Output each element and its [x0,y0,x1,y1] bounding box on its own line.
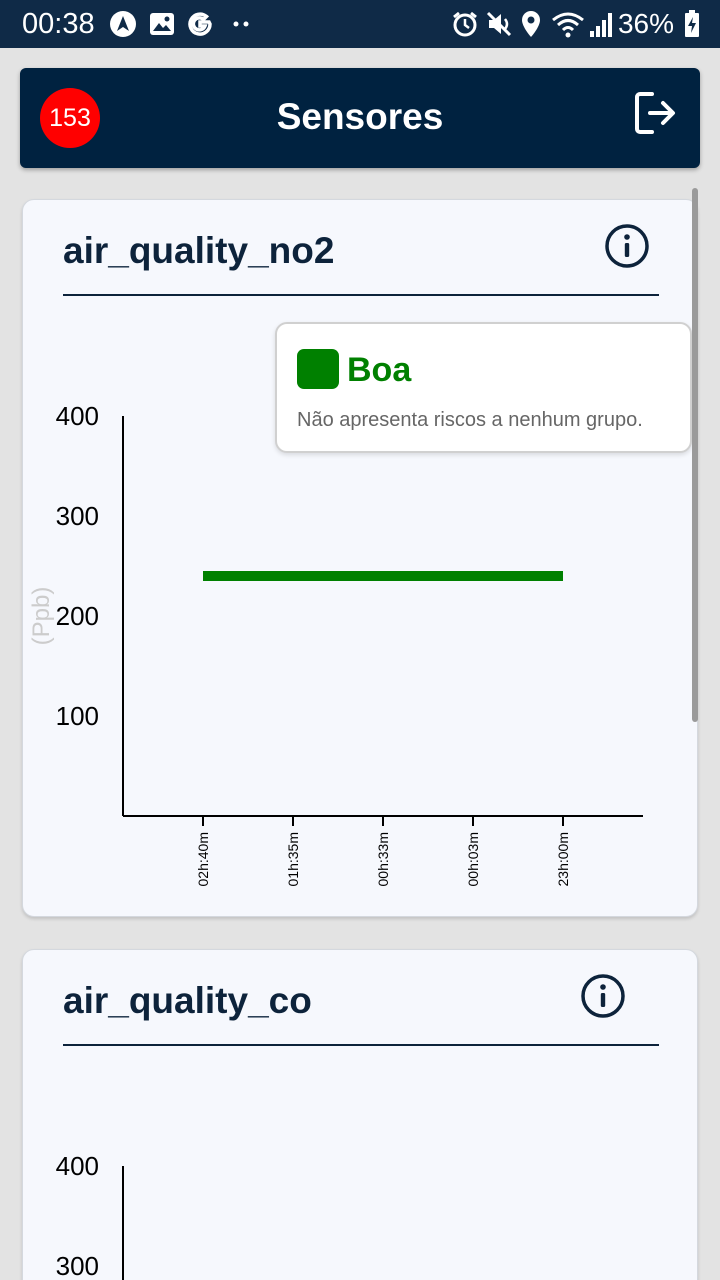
location-icon [518,10,544,38]
more-dots-icon [230,10,254,38]
quality-color-swatch [297,349,339,389]
air-quality-tooltip: Boa Não apresenta riscos a nenhum grupo. [275,322,692,453]
y-tick-label: 400 [56,1151,99,1181]
google-icon [186,10,214,38]
navigation-app-icon [108,10,138,38]
app-header: 153 Sensores [20,68,700,168]
gallery-icon [148,10,176,38]
y-tick-label: 100 [56,701,99,731]
mute-icon [484,10,514,38]
x-tick-label: 02h:40m [195,832,211,886]
battery-percent: 36% [617,8,674,39]
battery-charging-icon [682,10,702,38]
status-bar: 00:38 36% [0,0,720,48]
logout-icon[interactable] [632,90,680,138]
x-tick-label: 23h:00m [555,832,571,886]
y-axis-label: (Ppb) [28,587,55,646]
y-tick-label: 300 [56,1251,99,1280]
signal-icon [588,10,614,38]
no2-chart: 400 300 200 100 (Ppb) 02h:40m 01h:35m 00h:33m… [28,401,643,886]
sensor-card-co: air_quality_co 400 300 [22,949,698,1280]
quality-label: Boa [347,351,412,389]
x-tick-label: 01h:35m [285,832,301,886]
quality-description: Não apresenta riscos a nenhum grupo. [297,409,643,431]
sensor-card-no2: air_quality_no2 400 300 200 100 (Ppb) 02h:4… [22,199,698,917]
page-title: Sensores [276,96,444,137]
co-chart: 400 300 [56,1151,124,1280]
wifi-icon [550,10,586,38]
x-tick-label: 00h:33m [375,832,391,886]
y-tick-label: 400 [56,401,99,431]
y-tick-label: 200 [56,601,99,631]
alarm-icon [450,10,480,38]
x-tick-label: 00h:03m [465,832,481,886]
y-tick-label: 300 [56,501,99,531]
scrollbar[interactable] [692,188,698,722]
status-time: 00:38 [22,8,95,40]
